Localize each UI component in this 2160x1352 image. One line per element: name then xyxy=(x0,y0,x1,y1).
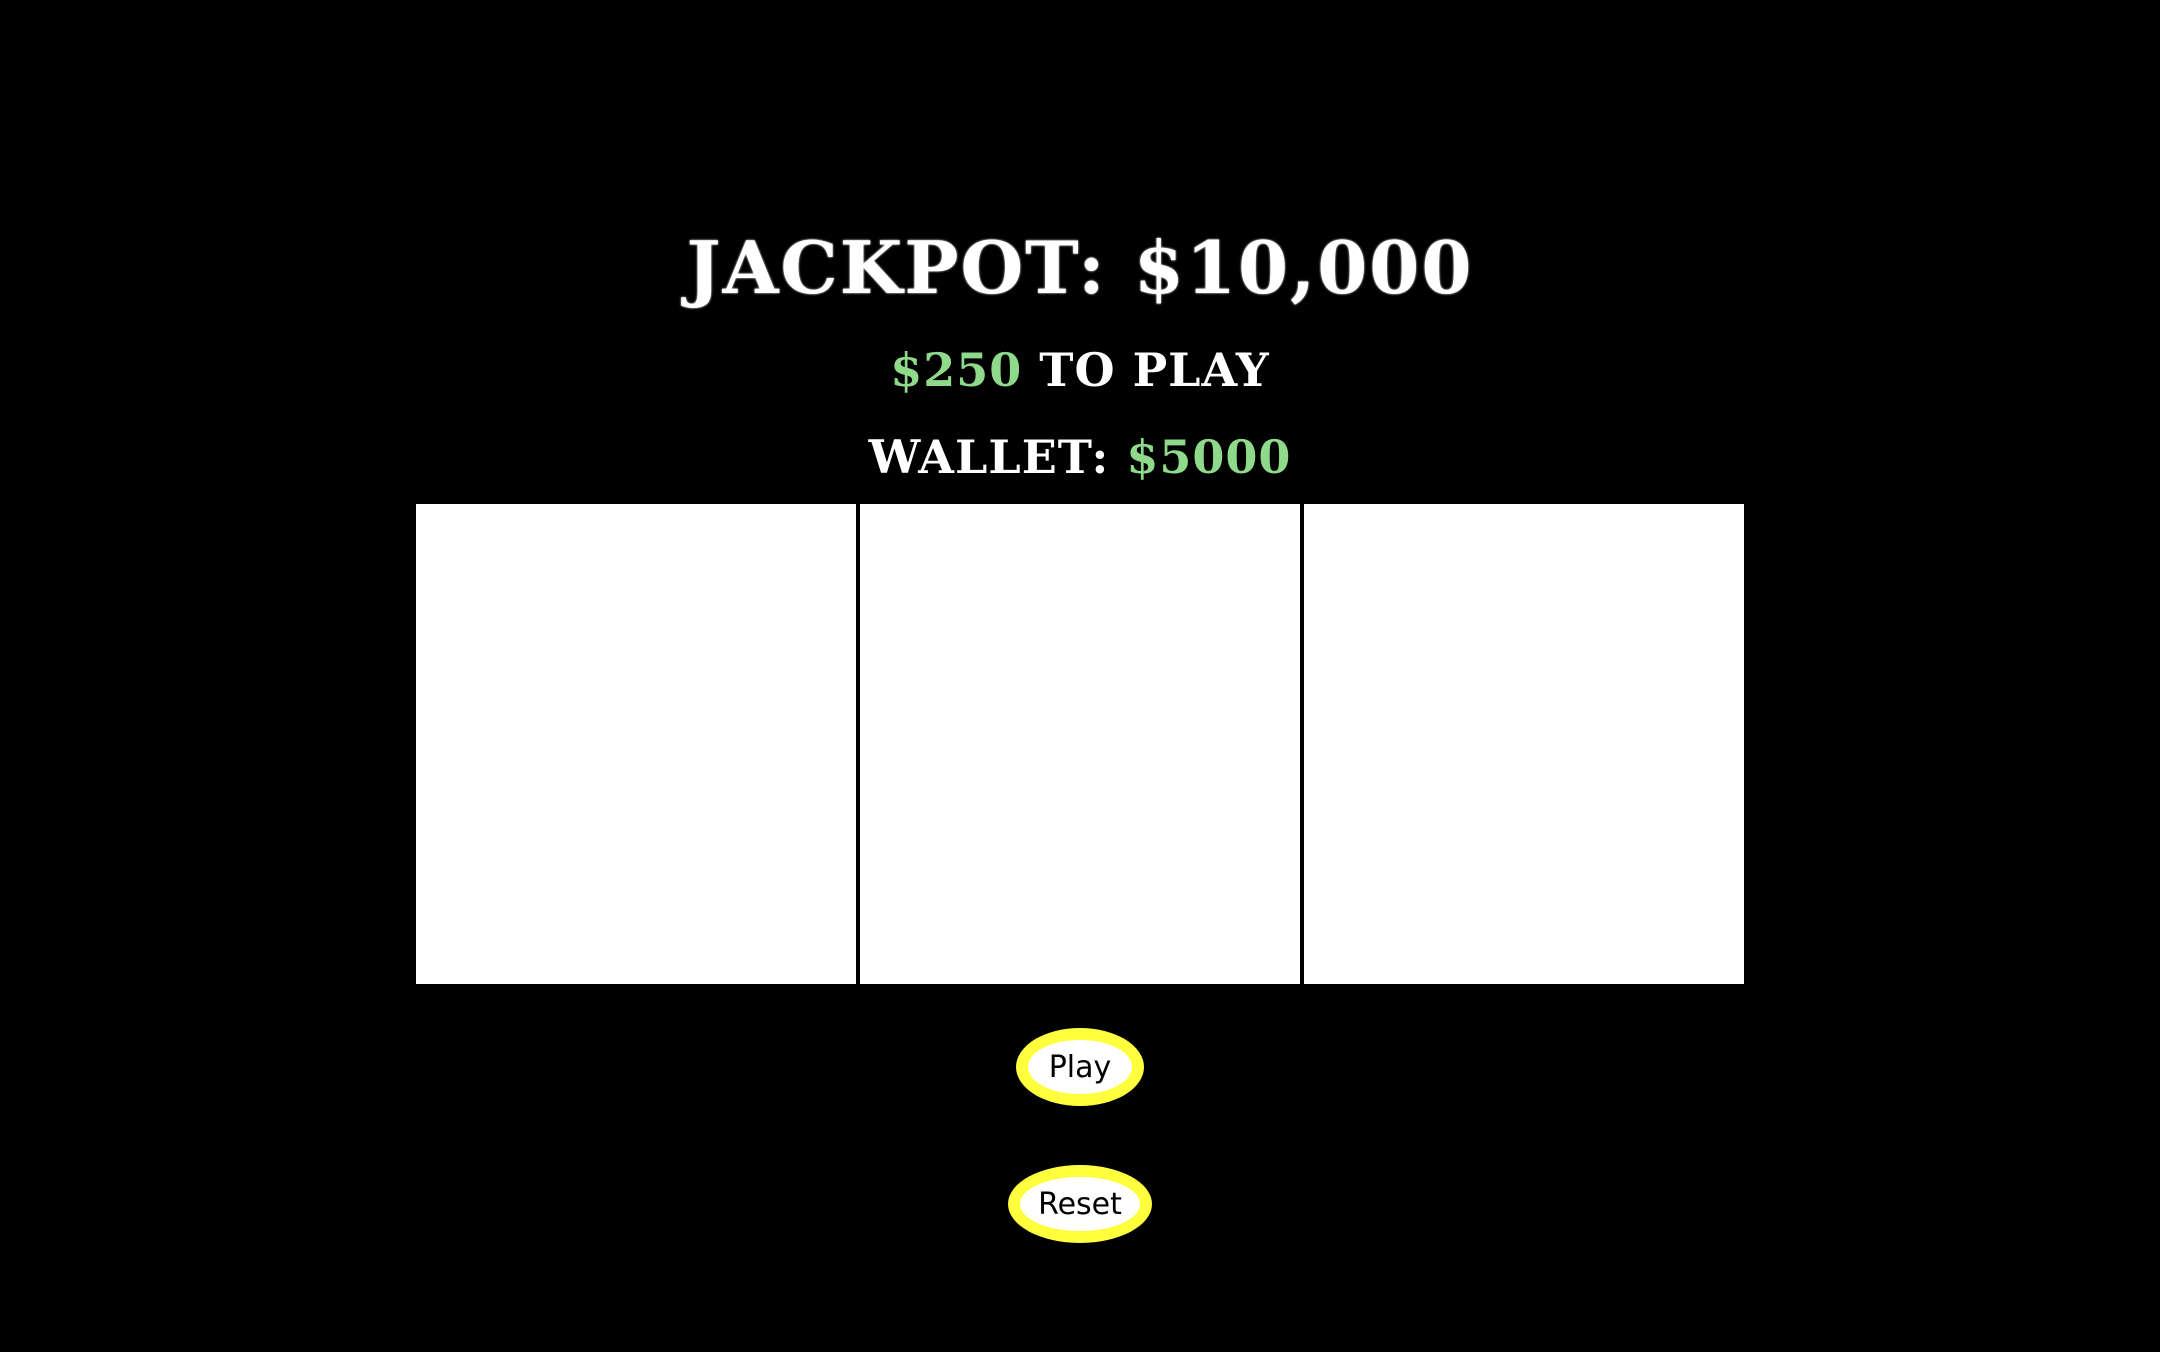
cost-amount: $250 xyxy=(890,343,1023,397)
reel-2 xyxy=(860,504,1300,984)
wallet-display: WALLET: $5000 xyxy=(0,427,2160,487)
reel-1 xyxy=(416,504,856,984)
play-button[interactable]: Play xyxy=(1016,1028,1144,1106)
reel-3 xyxy=(1304,504,1744,984)
cost-to-play: $250 TO PLAY xyxy=(0,340,2160,400)
jackpot-heading: JACKPOT: $10,000 xyxy=(686,225,1474,310)
wallet-amount: $5000 xyxy=(1126,430,1292,484)
cost-suffix: TO PLAY xyxy=(1022,343,1270,397)
reset-button[interactable]: Reset xyxy=(1008,1165,1152,1243)
slot-reels xyxy=(416,504,1744,984)
wallet-label: WALLET: xyxy=(868,430,1127,484)
